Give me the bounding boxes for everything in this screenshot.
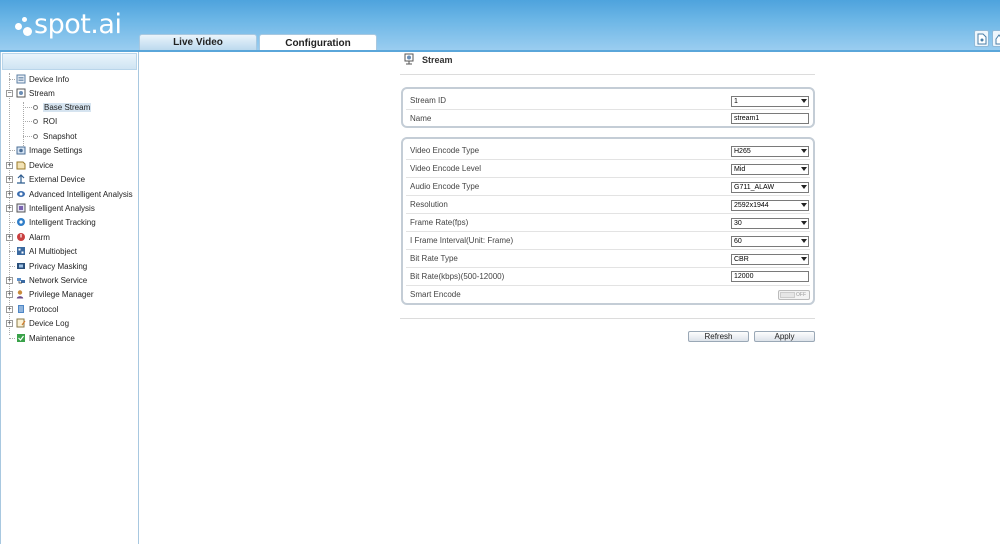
device-icon bbox=[16, 161, 26, 170]
logo-text: spot.ai bbox=[34, 8, 122, 40]
frame-rate-row: Frame Rate(fps) 30 bbox=[406, 214, 810, 232]
bullet-icon bbox=[33, 104, 38, 110]
video-encode-level-select[interactable]: Mid bbox=[731, 164, 809, 175]
log-icon bbox=[16, 318, 26, 328]
alarm-icon bbox=[17, 233, 25, 241]
home-icon[interactable] bbox=[992, 30, 1000, 47]
apply-button[interactable]: Apply bbox=[754, 331, 815, 342]
smart-encode-row: Smart Encode OFF bbox=[406, 286, 810, 304]
stream-icon bbox=[404, 53, 414, 65]
toggle-knob bbox=[780, 292, 795, 298]
bullet-icon bbox=[33, 118, 38, 124]
audio-encode-type-row: Audio Encode Type G711_ALAW bbox=[406, 178, 810, 196]
stream-id-select[interactable]: 1 bbox=[731, 96, 809, 107]
frame-rate-select[interactable]: 30 bbox=[731, 218, 809, 229]
stream-icon bbox=[16, 88, 26, 98]
buttons-divider bbox=[400, 318, 815, 319]
video-encode-type-row: Video Encode Type H265 bbox=[406, 142, 810, 160]
video-encode-level-row: Video Encode Level Mid bbox=[406, 160, 810, 178]
tab-live-video[interactable]: Live Video bbox=[139, 34, 257, 50]
expand-icon[interactable]: + bbox=[6, 305, 13, 313]
bit-rate-type-select[interactable]: CBR bbox=[731, 254, 809, 265]
chevron-down-icon bbox=[801, 239, 807, 243]
tracking-icon bbox=[17, 218, 25, 226]
bit-rate-input[interactable]: 12000 bbox=[731, 271, 809, 282]
bullet-icon bbox=[33, 133, 38, 139]
chevron-down-icon bbox=[801, 221, 807, 225]
privilege-icon bbox=[16, 290, 24, 299]
chevron-down-icon bbox=[801, 149, 807, 153]
stream-id-row: Stream ID 1 bbox=[406, 92, 810, 110]
expand-icon[interactable]: + bbox=[6, 175, 13, 183]
logo-dots-icon bbox=[14, 12, 34, 36]
maintenance-icon bbox=[17, 334, 25, 342]
chevron-down-icon bbox=[801, 203, 807, 207]
header-divider bbox=[0, 50, 1000, 52]
encode-settings-panel: Video Encode Type H265 Video Encode Leve… bbox=[401, 137, 815, 305]
stream-id-panel: Stream ID 1 Name stream1 bbox=[401, 87, 815, 128]
collapse-icon[interactable]: − bbox=[6, 89, 13, 97]
refresh-button[interactable]: Refresh bbox=[688, 331, 749, 342]
advanced-analysis-icon bbox=[17, 191, 25, 197]
document-icon[interactable] bbox=[974, 30, 989, 47]
smart-encode-toggle[interactable]: OFF bbox=[778, 290, 810, 300]
audio-encode-type-select[interactable]: G711_ALAW bbox=[731, 182, 809, 193]
spot-ai-logo: spot.ai bbox=[14, 8, 122, 40]
resolution-row: Resolution 2592x1944 bbox=[406, 196, 810, 214]
external-device-icon bbox=[17, 174, 25, 184]
title-divider bbox=[400, 74, 815, 75]
sidebar: Device Info − Stream Base Stream ROI Sna… bbox=[0, 52, 139, 544]
top-header: spot.ai Live Video Configuration bbox=[0, 0, 1000, 51]
chevron-down-icon bbox=[801, 257, 807, 261]
expand-icon[interactable]: + bbox=[6, 290, 13, 298]
bit-rate-type-row: Bit Rate Type CBR bbox=[406, 250, 810, 268]
name-row: Name stream1 bbox=[406, 110, 810, 128]
i-frame-interval-row: I Frame Interval(Unit: Frame) 60 bbox=[406, 232, 810, 250]
tab-configuration[interactable]: Configuration bbox=[259, 34, 377, 51]
expand-icon[interactable]: + bbox=[6, 161, 13, 169]
resolution-select[interactable]: 2592x1944 bbox=[731, 200, 809, 211]
protocol-icon bbox=[18, 305, 24, 313]
expand-icon[interactable]: + bbox=[6, 233, 13, 241]
network-icon bbox=[17, 278, 25, 284]
image-settings-icon bbox=[16, 146, 26, 155]
expand-icon[interactable]: + bbox=[6, 190, 13, 198]
device-info-icon bbox=[16, 74, 26, 84]
sidebar-header-bar bbox=[2, 53, 137, 70]
i-frame-interval-select[interactable]: 60 bbox=[731, 236, 809, 247]
expand-icon[interactable]: + bbox=[6, 319, 13, 327]
intelligent-analysis-icon bbox=[16, 203, 26, 213]
expand-icon[interactable]: + bbox=[6, 276, 13, 284]
name-input[interactable]: stream1 bbox=[731, 113, 809, 124]
chevron-down-icon bbox=[801, 99, 807, 103]
multiobject-icon bbox=[17, 247, 25, 255]
privacy-icon bbox=[17, 263, 25, 269]
chevron-down-icon bbox=[801, 185, 807, 189]
expand-icon[interactable]: + bbox=[6, 204, 13, 212]
chevron-down-icon bbox=[801, 167, 807, 171]
video-encode-type-select[interactable]: H265 bbox=[731, 146, 809, 157]
bit-rate-row: Bit Rate(kbps)(500-12000) 12000 bbox=[406, 268, 810, 286]
